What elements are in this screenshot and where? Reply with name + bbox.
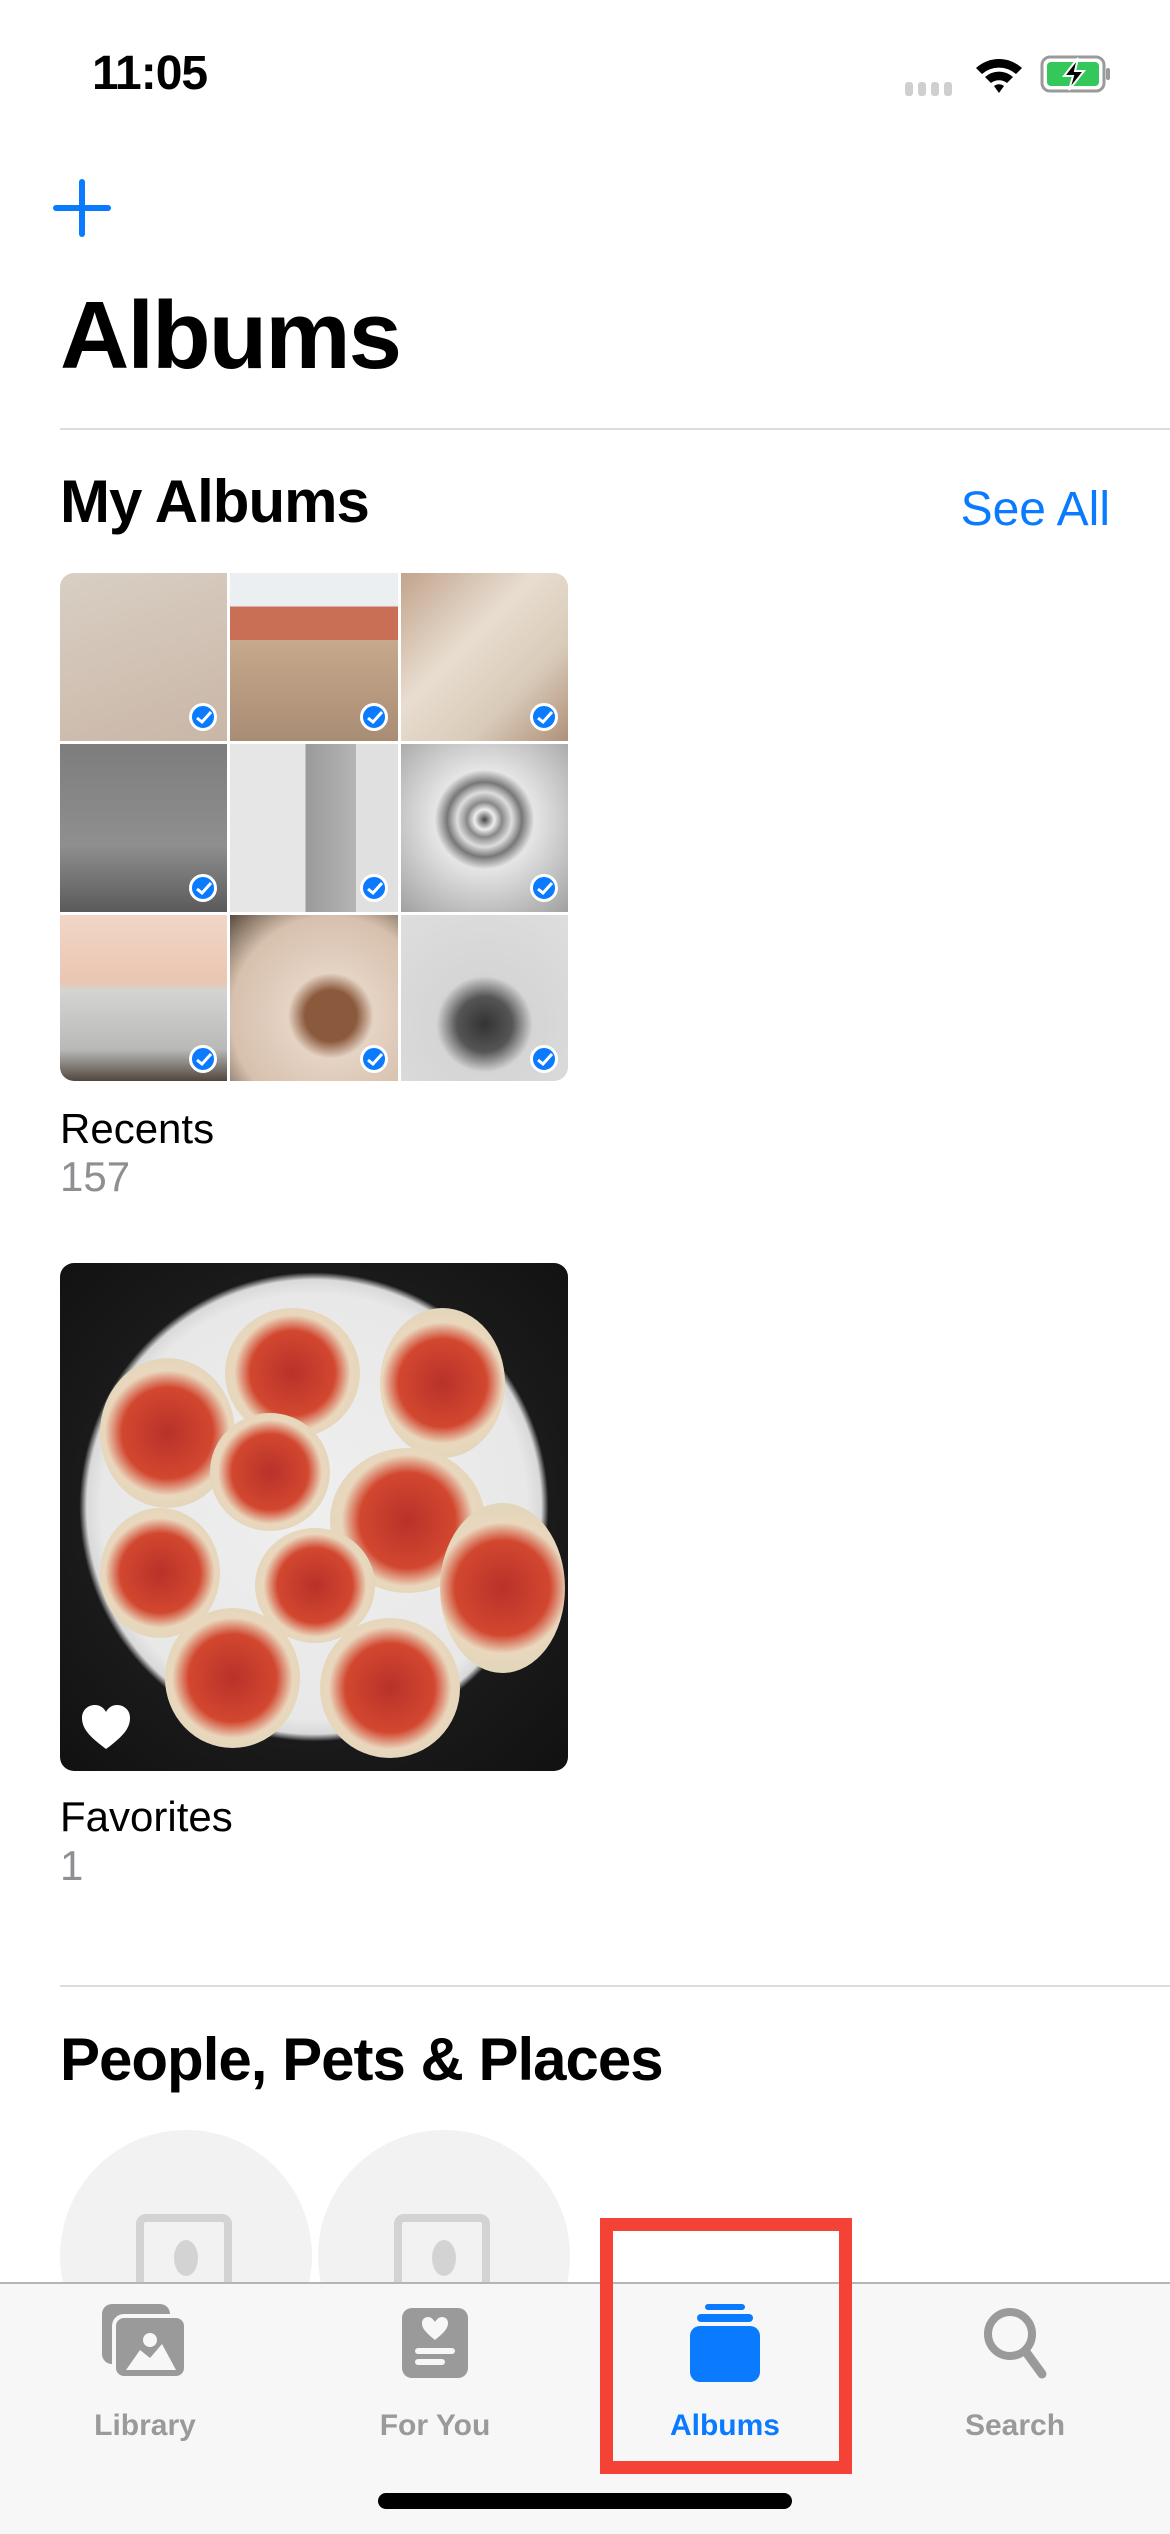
for-you-icon <box>402 2308 468 2378</box>
add-album-button[interactable] <box>52 178 112 238</box>
see-all-button[interactable]: See All <box>961 482 1110 537</box>
album-count: 157 <box>60 1153 131 1200</box>
photo-surfboard <box>60 915 228 1081</box>
fig-slice <box>165 1608 300 1748</box>
tab-label: Search <box>964 2409 1066 2442</box>
photo-sea <box>60 744 228 912</box>
people-section-title: People, Pets & Places <box>60 2026 664 2093</box>
photo-woman <box>400 915 568 1081</box>
tab-library[interactable]: Library <box>35 2302 255 2452</box>
heart-icon <box>82 1705 130 1749</box>
fig-slice <box>440 1503 565 1673</box>
home-indicator[interactable] <box>378 2493 792 2509</box>
selected-check-icon <box>529 703 558 731</box>
selected-check-icon <box>529 874 558 902</box>
photo-girl <box>60 573 228 741</box>
tab-search[interactable]: Search <box>905 2302 1125 2452</box>
header-divider <box>60 428 1170 430</box>
selected-check-icon <box>189 874 218 902</box>
photo-staircase <box>400 744 568 912</box>
battery-charging-icon <box>1040 55 1110 93</box>
selected-check-icon <box>189 703 218 731</box>
tab-label: For You <box>379 2409 491 2442</box>
photo-tower <box>230 744 398 912</box>
tab-albums[interactable]: Albums <box>615 2302 835 2452</box>
selected-check-icon <box>359 1045 388 1073</box>
cellular-signal-icon <box>905 82 952 96</box>
tab-label: Albums <box>669 2409 780 2442</box>
recents-album-thumbnail[interactable] <box>60 573 568 1081</box>
selected-check-icon <box>189 1045 218 1073</box>
my-albums-title: My Albums <box>60 468 370 535</box>
photo-dress <box>230 915 398 1081</box>
selected-check-icon <box>529 1045 558 1073</box>
photo-library-icon <box>102 2304 188 2380</box>
fig-slice <box>210 1413 330 1531</box>
album-name: Favorites <box>60 1793 233 1840</box>
section-divider <box>60 1985 1170 1987</box>
album-name: Recents <box>60 1105 215 1152</box>
albums-icon <box>690 2304 760 2382</box>
selected-check-icon <box>359 874 388 902</box>
fig-slice <box>380 1308 505 1458</box>
selected-check-icon <box>359 703 388 731</box>
page-title: Albums <box>60 282 402 389</box>
photo-house <box>230 573 398 741</box>
album-count: 1 <box>60 1842 84 1889</box>
tab-label: Library <box>94 2409 196 2442</box>
tab-for-you[interactable]: For You <box>325 2302 545 2452</box>
favorites-album-thumbnail[interactable] <box>60 1263 568 1771</box>
photo-book <box>400 573 568 741</box>
search-icon <box>984 2308 1047 2379</box>
fig-slice <box>320 1618 460 1758</box>
wifi-icon <box>976 59 1022 93</box>
status-time: 11:05 <box>92 47 208 100</box>
